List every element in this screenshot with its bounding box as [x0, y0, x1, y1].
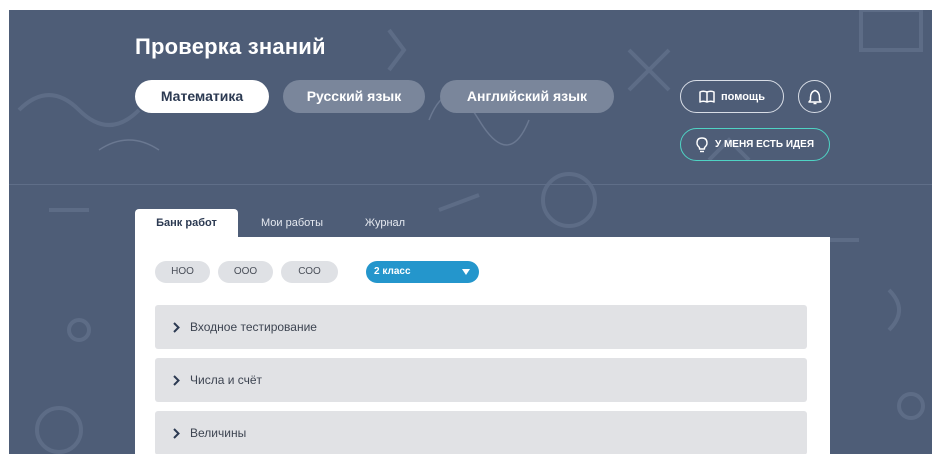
help-button[interactable]: помощь [680, 80, 784, 113]
header-divider [9, 184, 932, 185]
section-label: Числа и счёт [190, 373, 263, 387]
subject-tab-math[interactable]: Математика [135, 80, 269, 113]
chevron-right-icon [172, 321, 190, 333]
grade-select-value: 2 класс [374, 266, 411, 277]
section-numbers-counting[interactable]: Числа и счёт [155, 358, 807, 402]
chevron-right-icon [172, 427, 190, 439]
top-border [0, 0, 932, 10]
tab-my-works[interactable]: Мои работы [252, 209, 332, 237]
bell-icon [807, 89, 822, 105]
level-filter-soo[interactable]: СОО [281, 261, 338, 283]
section-entry-testing[interactable]: Входное тестирование [155, 305, 807, 349]
notifications-button[interactable] [798, 80, 831, 113]
grade-select[interactable]: 2 класс [366, 261, 479, 283]
section-label: Величины [190, 426, 247, 440]
lightbulb-icon [696, 136, 708, 153]
page-title: Проверка знаний [135, 34, 326, 59]
subject-tab-english[interactable]: Английский язык [440, 80, 614, 113]
level-filter-noo[interactable]: НОО [155, 261, 210, 283]
idea-label: У МЕНЯ ЕСТЬ ИДЕЯ [714, 139, 815, 150]
subject-tab-russian[interactable]: Русский язык [283, 80, 425, 113]
section-quantities[interactable]: Величины [155, 411, 807, 454]
help-label: помощь [721, 90, 765, 103]
caret-down-icon [462, 269, 470, 275]
idea-button[interactable]: У МЕНЯ ЕСТЬ ИДЕЯ [680, 128, 830, 161]
book-icon [699, 90, 715, 103]
section-label: Входное тестирование [190, 320, 317, 334]
tab-journal[interactable]: Журнал [355, 209, 415, 237]
app-background: Проверка знаний Математика Русский язык … [9, 10, 932, 454]
level-filter-ooo[interactable]: ООО [218, 261, 273, 283]
work-bank-panel: НОО ООО СОО 2 класс Входное тестирование… [135, 237, 830, 454]
chevron-right-icon [172, 374, 190, 386]
tab-work-bank[interactable]: Банк работ [135, 209, 238, 237]
